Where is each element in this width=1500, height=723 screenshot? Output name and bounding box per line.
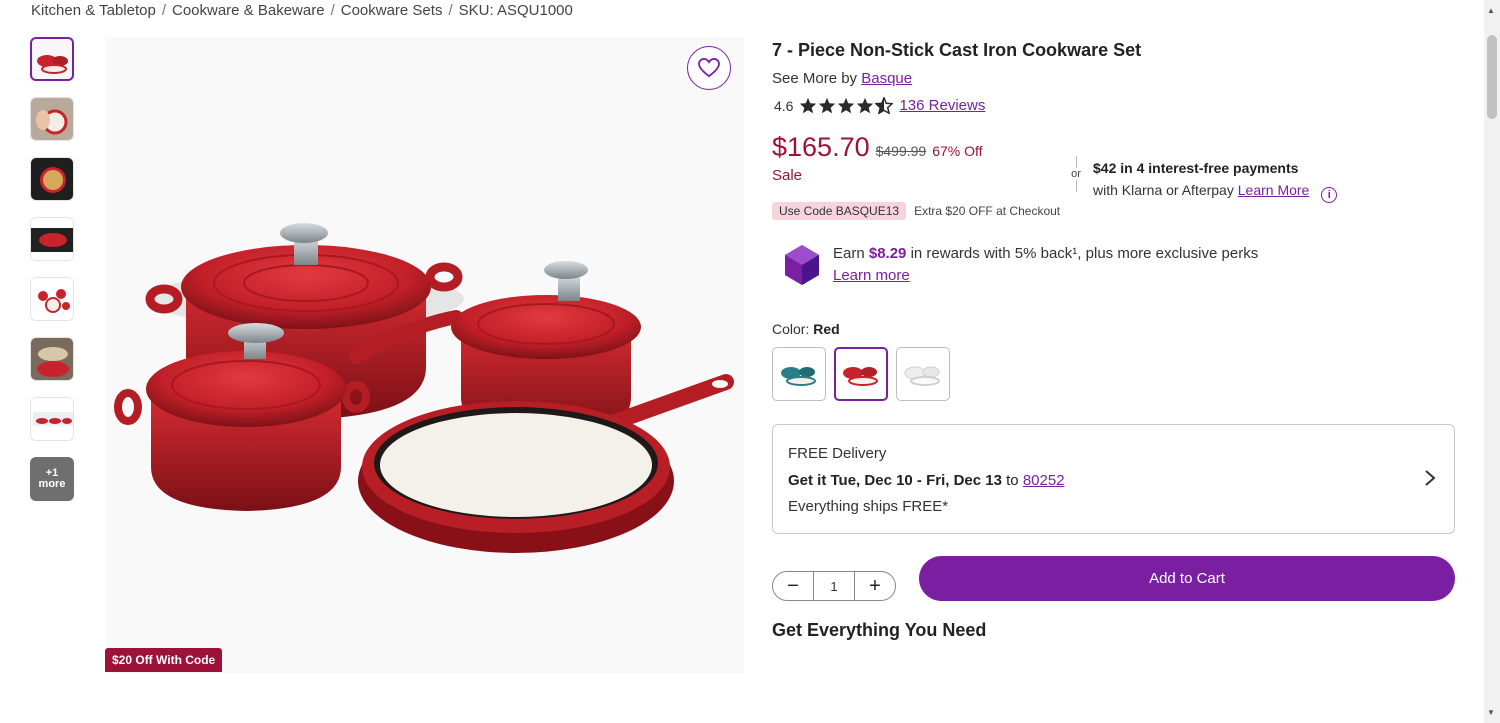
breadcrumb-sku: SKU: ASQU1000 [458,2,573,19]
rewards-banner: Earn $8.29 in rewards with 5% back¹, plu… [783,243,1258,287]
breadcrumb-kitchen-tabletop[interactable]: Kitchen & Tabletop [31,2,156,19]
more-label: more [38,478,66,490]
rewards-amount: $8.29 [868,245,907,262]
set-lineup-thumbnail [31,398,73,440]
see-more-prefix: See More by [772,70,858,87]
add-to-cart-button[interactable]: Add to Cart [919,556,1455,601]
thumbnail-list: +1 more [30,37,76,517]
delivery-note: Everything ships FREE* [788,498,949,515]
installment-headline: $42 in 4 interest-free payments [1093,160,1299,176]
thumbnail-5[interactable] [30,277,74,321]
scroll-up-arrow-icon[interactable]: ▲ [1487,6,1495,15]
product-title: 7 - Piece Non-Stick Cast Iron Cookware S… [772,40,1142,60]
rating-row: 4.6 136 Reviews [774,97,985,114]
decrease-quantity-button[interactable]: − [773,572,813,600]
cookware-set-image [114,223,734,553]
more-thumbnails-button[interactable]: +1 more [30,457,74,501]
rating-value: 4.6 [774,97,794,114]
rewards-suffix: in rewards with 5% back¹, plus more excl… [910,245,1259,262]
star-rating [799,97,894,114]
swatch-teal[interactable] [772,347,826,401]
thumbnail-4[interactable] [30,217,74,261]
divider-line [1075,180,1077,192]
color-label-text: Color: [772,321,810,337]
cookware-set-thumbnail [37,55,68,74]
star-icon [800,97,817,114]
breadcrumb-separator: / [330,2,335,19]
promo-code-pill: Use Code BASQUE13 [772,202,907,220]
swatch-white[interactable] [896,347,950,401]
original-price: $499.99 [875,143,927,159]
delivery-to: to [1006,472,1019,489]
stovetop-thumbnail [31,218,73,260]
scrollbar-thumb[interactable] [1487,35,1497,119]
increase-quantity-button[interactable]: + [855,572,895,600]
rewards-prefix: Earn [833,245,865,262]
delivery-date-range: Get it Tue, Dec 10 - Fri, Dec 13 [788,472,1002,489]
pieces-thumbnail [31,278,73,320]
price-row: $165.70 $499.99 67% Off [772,132,983,163]
thumbnail-6[interactable] [30,337,74,381]
delivery-card[interactable]: FREE Delivery Get it Tue, Dec 10 - Fri, … [772,424,1455,534]
main-product-image[interactable] [106,37,744,673]
rewards-gem-icon [785,245,819,285]
star-icon [857,97,874,114]
breadcrumb: Kitchen & Tabletop / Cookware & Bakeware… [31,2,573,19]
brand-link[interactable]: Basque [861,70,912,87]
reviews-link[interactable]: 136 Reviews [899,97,985,114]
color-swatches [772,347,950,401]
skillet-thumbnail [31,158,73,200]
breadcrumb-separator: / [448,2,453,19]
star-icon [819,97,836,114]
half-star-icon [875,97,894,114]
see-more-by: See More by Basque [772,70,912,87]
teal-set-icon [781,367,816,386]
or-text: or [1071,168,1081,180]
sale-label: Sale [772,167,803,184]
installment-learn-more-link[interactable]: Learn More [1238,182,1310,198]
current-price: $165.70 [772,132,870,162]
breadcrumb-cookware-sets[interactable]: Cookware Sets [341,2,443,19]
selected-color: Red [813,321,840,337]
delivery-title: FREE Delivery [788,445,887,462]
promo-badge: $20 Off With Code [105,648,223,672]
breadcrumb-cookware-bakeware[interactable]: Cookware & Bakeware [172,2,325,19]
red-set-icon [843,367,878,386]
zip-code-link[interactable]: 80252 [1023,472,1065,489]
wishlist-button[interactable] [687,46,731,90]
or-divider: or [1069,156,1083,200]
divider-line [1075,156,1077,168]
section-heading: Get Everything You Need [772,620,987,640]
quantity-value[interactable]: 1 [813,572,855,600]
chevron-right-icon [1425,470,1436,486]
thumbnail-7[interactable] [30,397,74,441]
heart-icon [698,58,720,78]
promo-code-row: Use Code BASQUE13 Extra $20 OFF at Check… [772,202,1060,220]
discount-percent: 67% Off [932,143,983,159]
white-set-icon [904,366,940,386]
installment-info: $42 in 4 interest-free payments with Kla… [1093,157,1338,203]
thumbnail-2[interactable] [30,97,74,141]
scroll-down-arrow-icon[interactable]: ▼ [1487,708,1495,717]
lifestyle-thumbnail [31,98,73,140]
promo-code-extra: Extra $20 OFF at Checkout [914,204,1061,218]
star-icon [838,97,855,114]
swatch-red[interactable] [834,347,888,401]
food-thumbnail [31,338,73,380]
thumbnail-3[interactable] [30,157,74,201]
thumbnail-1[interactable] [30,37,74,81]
installment-subtext: with Klarna or Afterpay [1093,182,1234,198]
rewards-learn-more-link[interactable]: Learn more [833,267,910,284]
color-label: Color: Red [772,321,840,337]
quantity-stepper: − 1 + [772,571,896,601]
breadcrumb-separator: / [161,2,166,19]
info-icon[interactable]: i [1321,187,1338,203]
delivery-dates: Get it Tue, Dec 10 - Fri, Dec 13 to 8025… [788,472,1065,489]
